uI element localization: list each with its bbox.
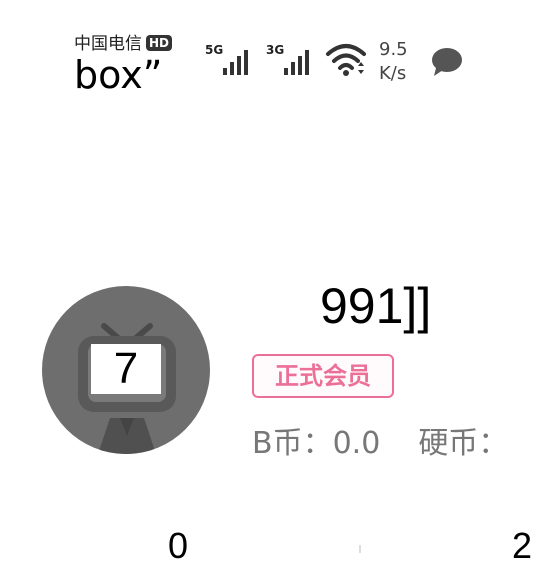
carrier-label: 中国电信 HD	[74, 34, 173, 54]
speed-value: 9.5	[379, 39, 408, 60]
chat-bubble-icon	[432, 48, 462, 76]
stat-second-value[interactable]: 2	[512, 526, 532, 566]
signal-5g-icon	[223, 50, 248, 75]
network-5g-label: 5G	[205, 43, 224, 57]
b-coin-label: B币：	[252, 426, 333, 461]
stat-first-value[interactable]: 0	[168, 526, 188, 566]
stat-divider	[359, 545, 361, 553]
signal-3g-icon	[284, 50, 309, 75]
vip-badge[interactable]: 正式会员	[252, 354, 394, 398]
wifi-icon	[326, 44, 366, 76]
hard-coin-label: 硬币：	[418, 426, 509, 461]
speed-unit: K/s	[379, 63, 407, 84]
app-label: box”	[74, 53, 163, 97]
carrier-name: 中国电信	[74, 34, 142, 54]
hd-badge: HD	[146, 35, 173, 51]
network-3g-label: 3G	[266, 43, 285, 57]
coin-info: B币：0.0 硬币：	[252, 424, 508, 464]
network-speed: 9.5 K/s	[379, 38, 408, 86]
b-coin-value: 0.0	[332, 426, 381, 461]
username: 991]]	[320, 278, 432, 334]
user-level: 7	[91, 344, 161, 394]
